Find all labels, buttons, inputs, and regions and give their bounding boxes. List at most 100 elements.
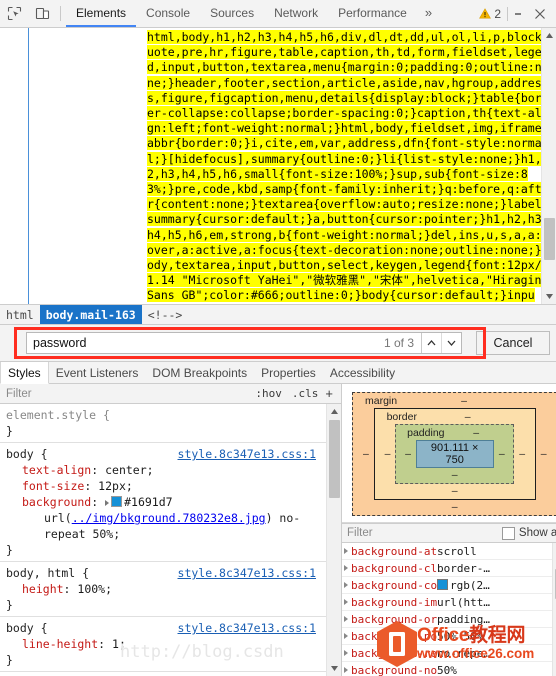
scroll-up-arrow-icon[interactable] [542, 28, 556, 43]
style-rule[interactable]: element.style { } [0, 404, 326, 443]
breadcrumb-item-comment[interactable]: <!--> [142, 305, 189, 324]
tab-event-listeners[interactable]: Event Listeners [49, 362, 146, 383]
tab-performance[interactable]: Performance [328, 0, 417, 27]
margin-right-value[interactable]: – [541, 448, 547, 460]
search-prev-button[interactable] [422, 333, 442, 353]
rule-selector[interactable]: body, html [6, 565, 75, 581]
declaration-property[interactable]: height [22, 582, 64, 596]
kebab-menu-icon[interactable] [508, 11, 528, 16]
rule-selector[interactable]: body [6, 446, 34, 462]
computed-properties-list[interactable]: background-at… scroll background-cl… bor… [342, 543, 556, 676]
tab-accessibility[interactable]: Accessibility [323, 362, 402, 383]
expand-arrow-icon[interactable] [344, 667, 348, 673]
tab-properties[interactable]: Properties [254, 362, 323, 383]
styles-pane-scrollbar[interactable] [326, 404, 341, 676]
declaration[interactable]: height: 100%; [0, 581, 326, 597]
computed-filter-input[interactable]: Filter [347, 527, 502, 539]
style-rule[interactable]: body { style.8c347e13.css:1 line-height:… [0, 617, 326, 672]
expand-arrow-icon[interactable] [344, 582, 348, 588]
declaration-value[interactable]: 12px; [98, 479, 133, 493]
background-image-link[interactable]: ../img/bkground.780232e8.jpg [72, 511, 266, 525]
padding-top-value[interactable]: – [473, 427, 503, 439]
box-model-margin[interactable]: margin – – border – – padding – – 901.11… [352, 392, 556, 516]
close-icon[interactable] [528, 8, 552, 20]
new-style-rule-button[interactable]: + [323, 387, 337, 400]
margin-top-value[interactable]: – [461, 395, 513, 407]
declaration-value[interactable]: 100%; [77, 582, 112, 596]
border-top-value[interactable]: – [465, 411, 509, 423]
declaration-property[interactable]: background [22, 495, 91, 509]
tab-network[interactable]: Network [264, 0, 328, 27]
scrollbar-thumb[interactable] [329, 420, 340, 498]
computed-pane-scrollbar[interactable] [552, 543, 556, 676]
declaration[interactable]: text-align: center; [0, 462, 326, 478]
declaration-property[interactable]: font-size [22, 479, 84, 493]
computed-row[interactable]: background-cl… border-… [342, 560, 556, 577]
padding-bottom-value[interactable]: – [405, 468, 504, 481]
declaration-property[interactable]: line-height [22, 637, 98, 651]
dom-source-text-container[interactable]: html,body,h1,h2,h3,h4,h5,h6,div,dl,dt,dd… [29, 28, 556, 304]
computed-row[interactable]: background-or… padding… [342, 611, 556, 628]
expand-arrow-icon[interactable] [344, 616, 348, 622]
elements-dom-pane[interactable]: html,body,h1,h2,h3,h4,h5,h6,div,dl,dt,dd… [0, 28, 556, 304]
rule-selector[interactable]: body [6, 620, 34, 636]
rule-stylesheet-link[interactable]: style.8c347e13.css:1 [178, 446, 320, 462]
expand-arrow-icon[interactable] [344, 633, 348, 639]
tab-sources[interactable]: Sources [200, 0, 264, 27]
tab-console[interactable]: Console [136, 0, 200, 27]
expand-arrow-icon[interactable] [344, 548, 348, 554]
declaration[interactable]: font-size: 12px; [0, 478, 326, 494]
warning-indicator[interactable]: 2 [477, 7, 507, 21]
scroll-up-arrow-icon[interactable] [327, 404, 341, 419]
style-rule[interactable]: a, abbr, acronym, address, applet, artic… [0, 672, 326, 676]
color-swatch[interactable] [111, 496, 123, 507]
computed-row[interactable]: background-co… rgb(2… [342, 577, 556, 594]
search-next-button[interactable] [442, 333, 461, 353]
declaration-value[interactable]: 1; [112, 637, 126, 651]
box-model-padding[interactable]: padding – – 901.111 × 750 – – [395, 424, 515, 484]
toggle-element-state-button[interactable]: :hov [250, 387, 287, 400]
margin-bottom-value[interactable]: – [363, 500, 546, 513]
style-rule[interactable]: body, html { style.8c347e13.css:1 height… [0, 562, 326, 617]
scroll-down-arrow-icon[interactable] [327, 661, 341, 676]
declaration[interactable]: background: #1691d7 url(../img/bkground.7… [0, 494, 326, 542]
search-input[interactable] [27, 336, 377, 350]
device-toolbar-icon[interactable] [28, 0, 56, 27]
expand-arrow-icon[interactable] [344, 650, 348, 656]
scrollbar-thumb[interactable] [544, 218, 555, 260]
styles-filter-input[interactable]: Filter [4, 388, 250, 400]
tab-elements[interactable]: Elements [66, 0, 137, 27]
scroll-down-arrow-icon[interactable] [542, 289, 556, 304]
show-all-toggle[interactable]: Show all [501, 526, 556, 540]
declaration-property[interactable]: text-align [22, 463, 91, 477]
rule-stylesheet-link[interactable]: style.8c347e13.css:1 [178, 565, 320, 581]
margin-left-value[interactable]: – [363, 448, 369, 460]
color-swatch[interactable] [437, 578, 448, 590]
border-bottom-value[interactable]: – [385, 484, 525, 497]
breadcrumb-item-body[interactable]: body.mail-163 [39, 305, 142, 324]
expand-arrow-icon[interactable] [344, 565, 348, 571]
border-right-value[interactable]: – [519, 448, 525, 460]
declaration[interactable]: line-height: 1; [0, 636, 326, 652]
padding-right-value[interactable]: – [499, 448, 505, 460]
expand-shorthand-icon[interactable] [105, 500, 110, 506]
breadcrumb-item-html[interactable]: html [0, 305, 40, 324]
declaration-value[interactable]: center; [105, 463, 153, 477]
computed-row[interactable]: background-re… no-repe… [342, 645, 556, 662]
expand-arrow-icon[interactable] [344, 599, 348, 605]
element-classes-button[interactable]: .cls [287, 387, 324, 400]
box-model-diagram[interactable]: margin – – border – – padding – – 901.11… [342, 384, 556, 523]
inspect-element-icon[interactable] [0, 0, 28, 27]
tab-dom-breakpoints[interactable]: DOM Breakpoints [145, 362, 254, 383]
cancel-button[interactable]: Cancel [476, 331, 550, 355]
tab-styles[interactable]: Styles [0, 362, 49, 384]
box-model-border[interactable]: border – – padding – – 901.111 × 750 – –… [373, 408, 536, 500]
search-input-container[interactable]: 1 of 3 [26, 332, 462, 354]
dom-pane-scrollbar[interactable] [541, 28, 556, 304]
computed-row[interactable]: background-at… scroll [342, 543, 556, 560]
styles-rules-list[interactable]: element.style { } body { style.8c347e13.… [0, 404, 341, 676]
style-rule[interactable]: body { style.8c347e13.css:1 text-align: … [0, 443, 326, 562]
computed-row[interactable]: background-po… 50% 50% [342, 628, 556, 645]
more-tabs-button[interactable]: » [417, 0, 440, 27]
show-all-checkbox[interactable] [501, 526, 515, 540]
